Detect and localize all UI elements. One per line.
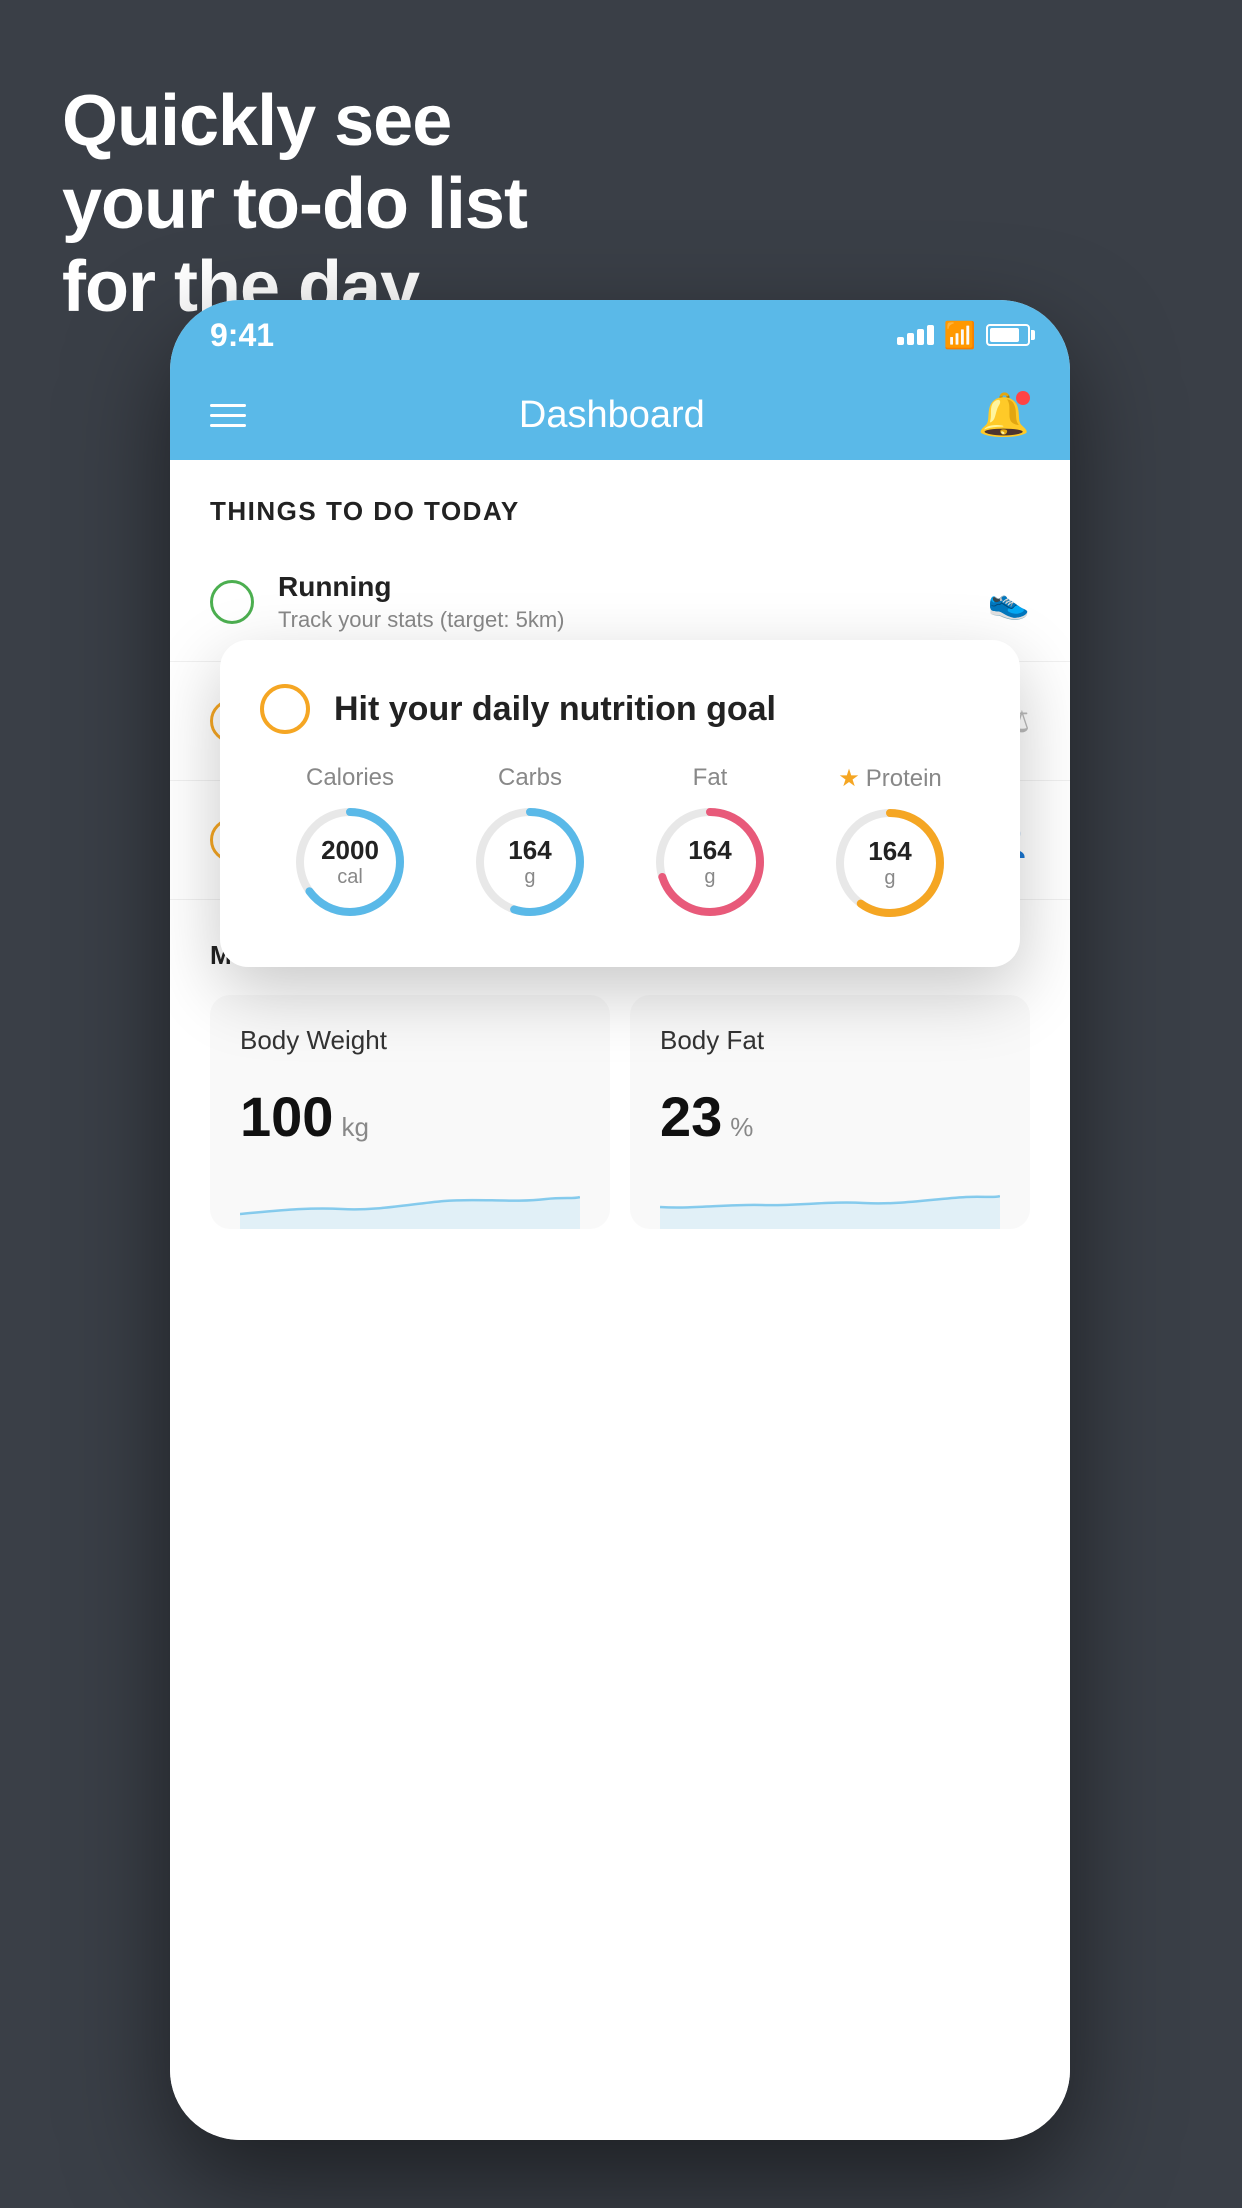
protein-circle-text: 164 g [868,836,911,890]
battery-fill [990,328,1019,342]
headline-line1: Quickly see [62,81,451,161]
fat-value: 164 [688,835,731,866]
shoe-icon: 👟 [988,582,1030,622]
carbs-unit: g [508,866,551,889]
progress-weight-unit: kg [341,1112,368,1143]
progress-card-weight[interactable]: Body Weight 100 kg [210,995,610,1229]
todo-circle-running [210,580,254,624]
progress-fat-unit: % [730,1112,753,1143]
progress-card-fat-title: Body Fat [660,1025,1000,1056]
protein-value: 164 [868,836,911,867]
progress-cards: Body Weight 100 kg Body Fat [210,995,1030,1229]
wifi-icon: 📶 [944,320,976,351]
nutrition-protein: ★ Protein 164 g [830,764,950,923]
nutrition-protein-label: Protein [866,765,942,793]
nutrition-fat-label: Fat [693,764,728,792]
calories-circle-text: 2000 cal [321,835,379,889]
battery-icon [986,324,1030,346]
signal-bar-2 [907,333,914,345]
notification-button[interactable]: 🔔 [978,391,1030,440]
todo-name-running: Running [278,571,964,603]
hamburger-line-3 [210,424,246,427]
nutrition-circle-check [260,684,310,734]
carbs-value: 164 [508,835,551,866]
nutrition-fat: Fat 164 g [650,764,770,922]
app-header: Dashboard 🔔 [170,370,1070,460]
status-icons: 📶 [897,320,1030,351]
protein-unit: g [868,867,911,890]
calories-value: 2000 [321,835,379,866]
nutrition-carbs: Carbs 164 g [470,764,590,922]
things-today-header: THINGS TO DO TODAY [170,460,1070,543]
nutrition-protein-label-wrap: ★ Protein [838,764,942,793]
status-time: 9:41 [210,317,274,354]
nutrition-card-title: Hit your daily nutrition goal [334,690,776,729]
nutrition-card[interactable]: Hit your daily nutrition goal Calories 2… [220,640,1020,967]
signal-bar-1 [897,337,904,345]
weight-chart-svg [240,1169,580,1229]
progress-weight-value-row: 100 kg [240,1084,580,1149]
signal-bar-3 [917,329,924,345]
headline-line2: your to-do list [62,164,527,244]
fat-chart-svg [660,1169,1000,1229]
todo-sub-running: Track your stats (target: 5km) [278,607,964,633]
nutrition-goals: Calories 2000 cal Carbs [260,764,980,923]
hamburger-line-2 [210,414,246,417]
phone-mockup: 9:41 📶 Dashboard 🔔 TH [170,300,1070,2140]
carbs-circle-text: 164 g [508,835,551,889]
fat-circle-text: 164 g [688,835,731,889]
nutrition-calories-label: Calories [306,764,394,792]
progress-fat-value: 23 [660,1084,722,1149]
nutrition-fat-circle: 164 g [650,802,770,922]
nutrition-calories: Calories 2000 cal [290,764,410,922]
hamburger-button[interactable] [210,404,246,427]
progress-weight-value: 100 [240,1084,333,1149]
calories-unit: cal [321,866,379,889]
progress-card-fat[interactable]: Body Fat 23 % [630,995,1030,1229]
progress-card-weight-title: Body Weight [240,1025,580,1056]
star-icon: ★ [838,764,860,793]
nutrition-protein-circle: 164 g [830,803,950,923]
nutrition-carbs-label: Carbs [498,764,562,792]
main-headline: Quickly see your to-do list for the day. [62,80,527,328]
progress-weight-chart [240,1169,580,1229]
hamburger-line-1 [210,404,246,407]
todo-text-running: Running Track your stats (target: 5km) [278,571,964,633]
nutrition-card-title-row: Hit your daily nutrition goal [260,684,980,734]
header-title: Dashboard [519,394,705,437]
notification-dot [1016,391,1030,405]
signal-bar-4 [927,325,934,345]
status-bar: 9:41 📶 [170,300,1070,370]
progress-fat-chart [660,1169,1000,1229]
fat-unit: g [688,866,731,889]
progress-fat-value-row: 23 % [660,1084,1000,1149]
nutrition-calories-circle: 2000 cal [290,802,410,922]
signal-bars-icon [897,325,934,345]
nutrition-carbs-circle: 164 g [470,802,590,922]
